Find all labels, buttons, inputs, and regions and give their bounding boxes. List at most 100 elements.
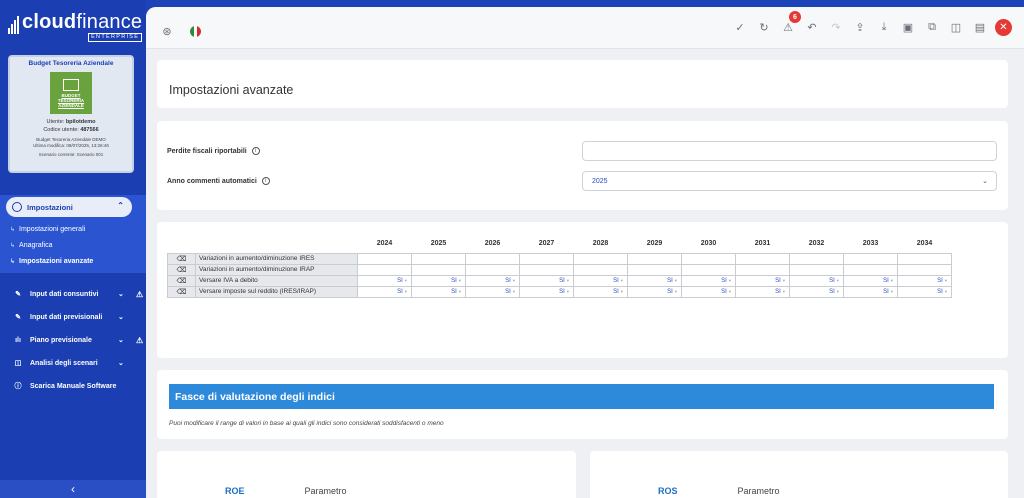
grid-cell[interactable]: SI ▾ — [897, 274, 952, 287]
grid-cell[interactable] — [681, 263, 736, 276]
grid-cell[interactable] — [573, 263, 628, 276]
grid-cell[interactable]: SI ▾ — [519, 274, 574, 287]
sidebar-subitem-impostazioni-avanzate[interactable]: ↳ Impostazioni avanzate — [10, 258, 93, 265]
dropdown-caret-icon: ▾ — [782, 288, 785, 294]
year-header: 2031 — [754, 240, 771, 248]
grid-cell[interactable] — [573, 252, 628, 265]
info-icon[interactable]: i — [251, 147, 260, 155]
grid-cell[interactable]: SI ▾ — [843, 274, 898, 287]
dropdown-caret-icon: ▾ — [620, 277, 623, 283]
grid-cell[interactable]: SI ▾ — [897, 285, 952, 298]
grid-cell[interactable] — [843, 263, 898, 276]
grid-row: ⌫ Versare IVA a debito SI ▾ SI ▾ SI ▾ SI ▾ SI ▾ SI ▾ S… — [167, 274, 952, 287]
grid-cell[interactable]: SI ▾ — [843, 285, 898, 298]
tax-grid-card: 2024 2025 2026 2027 2028 2029 2030 2031 … — [157, 222, 1008, 358]
year-header: 2030 — [700, 240, 717, 248]
download-icon[interactable]: ⤓ — [875, 17, 893, 37]
grid-cell[interactable]: SI ▾ — [627, 285, 682, 298]
grid-cell[interactable]: SI ▾ — [735, 274, 790, 287]
auto-comments-select[interactable]: 2025 ⌄ — [582, 171, 997, 191]
fiscal-losses-input[interactable] — [582, 141, 997, 161]
grid-cell[interactable] — [411, 263, 466, 276]
dropdown-caret-icon: ▾ — [890, 277, 893, 283]
grid-cell-value: SI — [937, 288, 943, 295]
grid-cell[interactable] — [357, 252, 412, 265]
grid-cell[interactable]: SI ▾ — [735, 285, 790, 298]
grid-cell[interactable] — [411, 252, 466, 265]
sidebar-item-input-previsionali[interactable]: ✎ Input dati previsionali ⌄ — [12, 310, 142, 324]
grid-cell[interactable] — [789, 263, 844, 276]
notification-badge: 6 — [789, 11, 801, 23]
save-icon[interactable]: ▣ — [899, 17, 917, 37]
sidebar-subitem-impostazioni-generali[interactable]: ↳ Impostazioni generali — [10, 226, 85, 233]
upload-icon[interactable]: ⇪ — [851, 17, 869, 37]
sidebar-item-analisi-scenari[interactable]: ◫ Analisi degli scenari ⌄ — [12, 356, 142, 370]
app-logo[interactable]: cloudfinance ENTERPRISE — [8, 12, 143, 42]
grid-cell[interactable]: SI ▾ — [789, 285, 844, 298]
sidebar-item-scarica-manuale[interactable]: ⓘ Scarica Manuale Software — [12, 379, 142, 393]
grid-cell[interactable] — [357, 263, 412, 276]
sidebar-subitem-anagrafica[interactable]: ↳ Anagrafica — [10, 242, 53, 249]
chevron-down-icon: ⌄ — [118, 337, 124, 344]
copy-icon[interactable]: ⧉ — [923, 17, 941, 37]
alert-icon[interactable]: ⚠ 6 — [779, 11, 801, 37]
grid-header-blank — [196, 239, 358, 253]
grid-cell[interactable]: SI ▾ — [789, 274, 844, 287]
grid-cell[interactable] — [681, 252, 736, 265]
grid-cell[interactable] — [627, 252, 682, 265]
grid-cell[interactable]: SI ▾ — [573, 274, 628, 287]
grid-cell[interactable]: SI ▾ — [627, 274, 682, 287]
grid-cell[interactable]: SI ▾ — [519, 285, 574, 298]
grid-header-row: 2024 2025 2026 2027 2028 2029 2030 2031 … — [168, 239, 952, 253]
grid-cell-value: SI — [451, 277, 457, 284]
grid-cell[interactable]: SI ▾ — [681, 285, 736, 298]
dropdown-caret-icon: ▾ — [836, 277, 839, 283]
support-icon[interactable]: ⊛ — [158, 21, 176, 41]
sidebar-item-input-consuntivi[interactable]: ✎ Input dati consuntivi ⌄ ⚠ — [12, 287, 143, 301]
eraser-icon[interactable]: ⌫ — [167, 263, 196, 276]
grid-cell[interactable] — [735, 252, 790, 265]
grid-cell[interactable]: SI ▾ — [411, 285, 466, 298]
eraser-icon[interactable]: ⌫ — [167, 252, 196, 265]
settings-form-card: Perdite fiscali riportabili i Anno comme… — [157, 121, 1008, 210]
year-header: 2027 — [538, 240, 555, 248]
grid-cell[interactable] — [627, 263, 682, 276]
profile-card[interactable]: Budget Tesoreria Aziendale BUDGET TESORE… — [8, 55, 134, 173]
grid-cell[interactable] — [897, 252, 952, 265]
grid-cell[interactable]: SI ▾ — [465, 285, 520, 298]
refresh-icon[interactable]: ↻ — [755, 17, 773, 37]
grid-cell[interactable]: SI ▾ — [357, 274, 412, 287]
company-logo: BUDGET TESORERIA AZIENDALE — [50, 72, 92, 114]
collapse-sidebar-button[interactable]: ‹ — [0, 480, 146, 498]
grid-cell[interactable] — [465, 252, 520, 265]
grid-cell-value: SI — [667, 277, 673, 284]
italy-flag-icon[interactable] — [190, 25, 201, 37]
info-icon[interactable]: i — [261, 177, 270, 185]
board-icon[interactable]: ▤ — [971, 17, 989, 37]
split-view-icon[interactable]: ◫ — [947, 17, 965, 37]
grid-cell-value: SI — [613, 277, 619, 284]
sidebar-item-piano-previsionale[interactable]: ılı Piano previsionale ⌄ ⚠ — [12, 333, 143, 347]
grid-cell-value: SI — [505, 288, 511, 295]
sidebar-item-impostazioni[interactable]: Impostazioni ⌃ — [6, 197, 132, 217]
grid-cell[interactable] — [465, 263, 520, 276]
grid-cell[interactable] — [789, 252, 844, 265]
close-button[interactable]: ✕ — [995, 18, 1012, 36]
redo-icon[interactable]: ↷ — [827, 17, 845, 37]
grid-cell[interactable]: SI ▾ — [357, 285, 412, 298]
eraser-icon[interactable]: ⌫ — [167, 274, 196, 287]
eraser-icon[interactable]: ⌫ — [167, 285, 196, 298]
sidebar-item-label: Analisi degli scenari — [30, 359, 98, 367]
grid-cell[interactable] — [519, 263, 574, 276]
undo-icon[interactable]: ↶ — [803, 17, 821, 37]
grid-cell[interactable]: SI ▾ — [465, 274, 520, 287]
grid-cell[interactable]: SI ▾ — [573, 285, 628, 298]
grid-cell[interactable]: SI ▾ — [681, 274, 736, 287]
grid-cell[interactable] — [897, 263, 952, 276]
check-icon[interactable]: ✓ — [731, 17, 749, 37]
grid-cell[interactable] — [519, 252, 574, 265]
grid-cell[interactable] — [735, 263, 790, 276]
grid-cell[interactable]: SI ▾ — [411, 274, 466, 287]
grid-cell[interactable] — [843, 252, 898, 265]
grid-header-blank — [168, 239, 196, 253]
